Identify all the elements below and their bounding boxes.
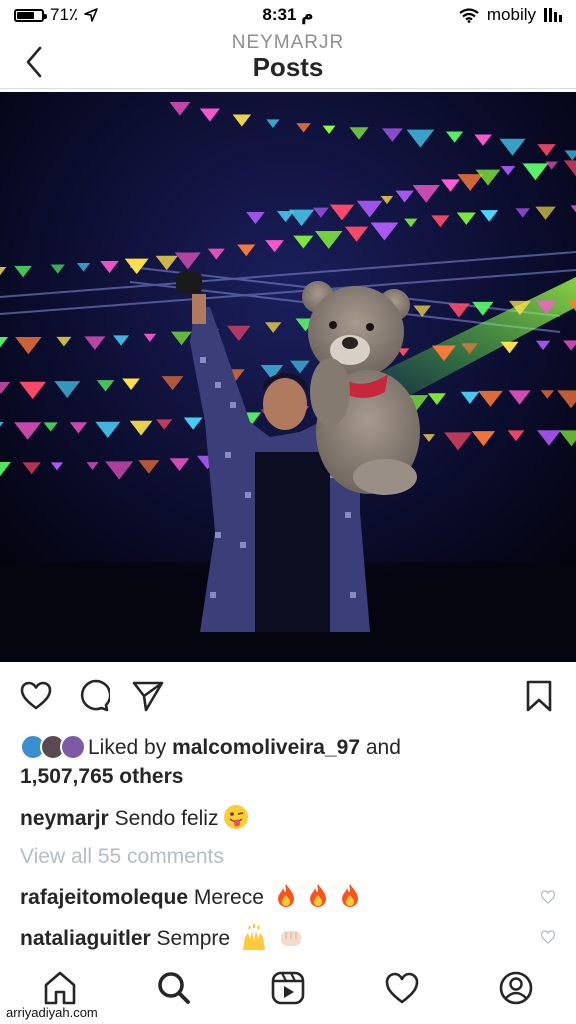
raising-hands-emoji-icon bbox=[242, 924, 265, 950]
concert-photo-image bbox=[0, 92, 576, 662]
profile-icon[interactable] bbox=[498, 970, 534, 1006]
home-icon[interactable] bbox=[42, 970, 78, 1006]
comment-like-heart-icon[interactable] bbox=[540, 889, 556, 905]
winking-tongue-emoji-icon bbox=[224, 805, 249, 829]
liked-by-username[interactable]: malcomoliveira_97 bbox=[172, 736, 360, 759]
view-all-comments-link[interactable]: View all 55 comments bbox=[20, 845, 224, 869]
liked-by-and: and bbox=[365, 736, 401, 759]
nav-header: NEYMARJR Posts bbox=[0, 30, 576, 89]
comment-username[interactable]: nataliaguitler bbox=[20, 927, 151, 950]
comment-item: nataliaguitler Sempre bbox=[20, 923, 556, 951]
likes-summary[interactable]: Liked by malcomoliveira_97 and 1,507,765… bbox=[20, 733, 560, 791]
post-caption: neymarjr Sendo feliz bbox=[20, 805, 249, 831]
liked-by-prefix: Liked by bbox=[88, 736, 167, 759]
header-username: NEYMARJR bbox=[231, 32, 345, 53]
caption-username[interactable]: neymarjr bbox=[20, 807, 109, 830]
caption-text: Sendo feliz bbox=[114, 807, 219, 830]
fire-emoji-icon bbox=[309, 884, 326, 907]
avatar bbox=[60, 734, 86, 760]
comment-like-heart-icon[interactable] bbox=[540, 929, 556, 945]
fire-emoji-icon bbox=[277, 884, 294, 907]
activity-icon[interactable] bbox=[384, 970, 420, 1006]
signal-icon bbox=[544, 8, 562, 22]
page-title: Posts bbox=[252, 52, 324, 82]
comment-text: Merece bbox=[193, 886, 264, 909]
bookmark-icon[interactable] bbox=[522, 679, 556, 713]
status-bar: 71٪ م 8:31 mobily bbox=[0, 0, 576, 30]
share-icon[interactable] bbox=[131, 679, 165, 713]
post-action-bar bbox=[0, 673, 576, 719]
wifi-icon bbox=[459, 7, 479, 23]
fire-emoji-icon bbox=[341, 884, 358, 907]
reels-icon[interactable] bbox=[270, 970, 306, 1006]
post-photo[interactable] bbox=[0, 92, 576, 662]
comment-text: Sempre bbox=[156, 927, 231, 950]
liker-avatars bbox=[20, 734, 86, 760]
carrier-name: mobily bbox=[486, 5, 536, 24]
heart-icon[interactable] bbox=[19, 679, 53, 713]
likes-count[interactable]: 1,507,765 others bbox=[20, 765, 183, 788]
comment-icon[interactable] bbox=[76, 679, 110, 713]
search-icon[interactable] bbox=[156, 970, 192, 1006]
comment-item: rafajeitomoleque Merece bbox=[20, 883, 556, 910]
comment-username[interactable]: rafajeitomoleque bbox=[20, 886, 188, 909]
bottom-tab-bar: arriyadiyah.com bbox=[0, 960, 576, 1024]
watermark: arriyadiyah.com bbox=[6, 1005, 98, 1020]
fist-emoji-icon bbox=[280, 931, 301, 946]
